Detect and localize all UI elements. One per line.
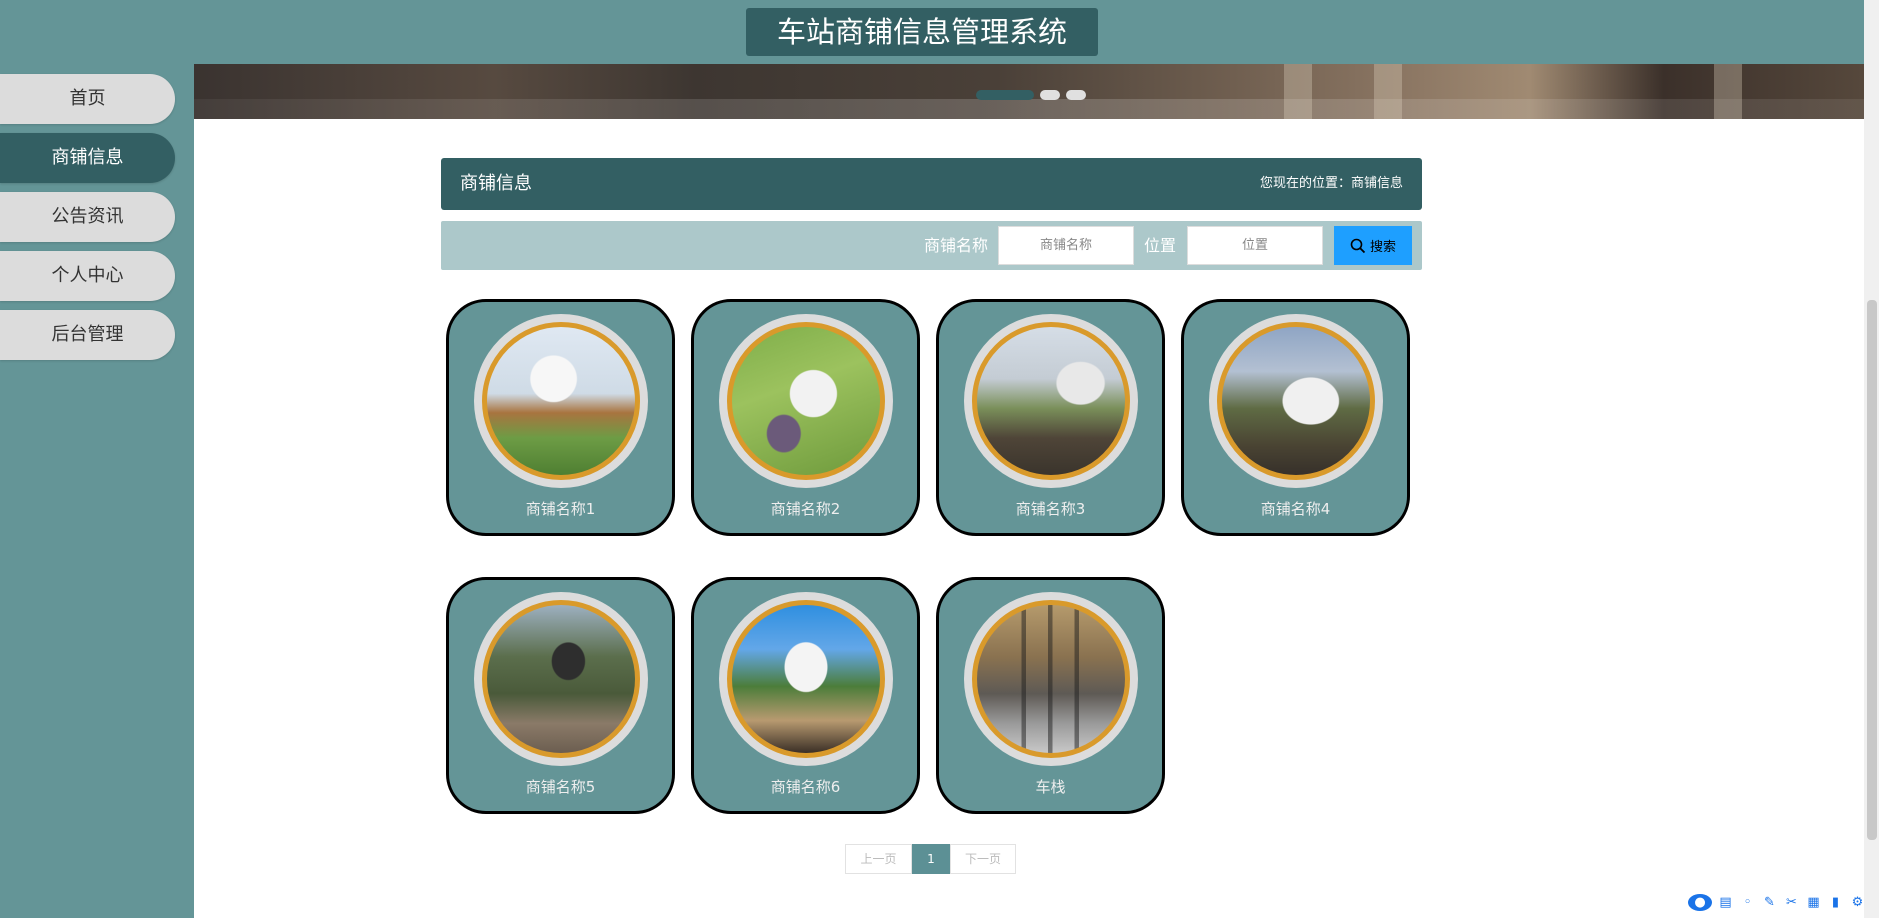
shop-name: 商铺名称3 [1015, 500, 1086, 518]
shop-card[interactable]: 商铺名称6 [691, 577, 920, 814]
shop-card[interactable]: 车栈 [936, 577, 1165, 814]
carousel-dot-1[interactable] [976, 90, 1034, 100]
search-bar: 商铺名称 位置 搜索 [441, 221, 1422, 270]
search-button-label: 搜索 [1369, 240, 1396, 255]
ime-handwrite-icon[interactable]: ✎ [1761, 894, 1778, 911]
photo-frame [719, 314, 893, 488]
shop-name: 商铺名称2 [770, 500, 841, 518]
photo-frame [964, 314, 1138, 488]
scrollbar-thumb[interactable] [1867, 300, 1877, 840]
station-gates-photo [972, 600, 1130, 758]
ime-mode-icon[interactable]: ▤ [1717, 894, 1734, 911]
section-header: 商铺信息 您现在的位置：商铺信息 [441, 158, 1422, 210]
banner-window-detail [1374, 64, 1402, 119]
photo-frame [474, 592, 648, 766]
campsite-house-photo [972, 322, 1130, 480]
shop-card[interactable]: 商铺名称4 [1181, 299, 1410, 536]
sidebar-item-announcements[interactable]: 公告资讯 [0, 192, 175, 242]
camper-trees-photo [1217, 322, 1375, 480]
ime-punct-icon[interactable]: ◦ [1739, 894, 1756, 911]
camper-garden-photo [482, 322, 640, 480]
shop-name: 商铺名称6 [770, 778, 841, 796]
banner-image [194, 99, 1864, 119]
sidebar-item-shop-info[interactable]: 商铺信息 [0, 133, 175, 183]
carousel-dot-2[interactable] [1040, 90, 1060, 100]
banner-window-detail [1284, 64, 1312, 119]
shop-name: 车栈 [1035, 778, 1066, 796]
search-button[interactable]: 搜索 [1334, 226, 1412, 265]
page-1-button[interactable]: 1 [912, 844, 950, 874]
campground-sign-photo [727, 600, 885, 758]
shop-name-label: 商铺名称 [924, 236, 989, 255]
banner-window-detail [1714, 64, 1742, 119]
sidebar-item-admin[interactable]: 后台管理 [0, 310, 175, 360]
ime-keyboard-icon[interactable]: ▦ [1805, 894, 1822, 911]
banner-carousel [194, 64, 1864, 119]
top-header: 车站商铺信息管理系统 [0, 0, 1868, 64]
location-input[interactable] [1187, 226, 1323, 265]
garden-umbrella-photo [482, 600, 640, 758]
app-title: 车站商铺信息管理系统 [746, 8, 1098, 56]
shop-name: 商铺名称4 [1260, 500, 1331, 518]
search-icon [1350, 238, 1366, 253]
shop-card[interactable]: 商铺名称5 [446, 577, 675, 814]
camper-lawn-photo [727, 322, 885, 480]
sidebar-item-personal-center[interactable]: 个人中心 [0, 251, 175, 301]
shop-name: 商铺名称1 [525, 500, 596, 518]
photo-frame [964, 592, 1138, 766]
carousel-dot-3[interactable] [1066, 90, 1086, 100]
ime-logo-icon[interactable]: ● [1688, 893, 1712, 911]
next-page-button[interactable]: 下一页 [950, 844, 1016, 874]
location-label: 位置 [1144, 236, 1177, 255]
ime-scissors-icon[interactable]: ✂ [1783, 894, 1800, 911]
photo-frame [474, 314, 648, 488]
ime-toolbar: ● ▤ ◦ ✎ ✂ ▦ ▮ ⚙ [1688, 891, 1866, 913]
shop-card[interactable]: 商铺名称2 [691, 299, 920, 536]
sidebar: 首页 商铺信息 公告资讯 个人中心 后台管理 [0, 64, 194, 918]
photo-frame [1209, 314, 1383, 488]
shop-card[interactable]: 商铺名称3 [936, 299, 1165, 536]
breadcrumb: 您现在的位置：商铺信息 [1259, 176, 1403, 191]
section-title: 商铺信息 [460, 173, 532, 194]
shop-name: 商铺名称5 [525, 778, 596, 796]
shop-name-input[interactable] [998, 226, 1134, 265]
prev-page-button[interactable]: 上一页 [845, 844, 912, 874]
sidebar-item-home[interactable]: 首页 [0, 74, 175, 124]
shop-card[interactable]: 商铺名称1 [446, 299, 675, 536]
ime-settings-icon[interactable]: ⚙ [1849, 894, 1866, 911]
ime-clipboard-icon[interactable]: ▮ [1827, 894, 1844, 911]
photo-frame [719, 592, 893, 766]
